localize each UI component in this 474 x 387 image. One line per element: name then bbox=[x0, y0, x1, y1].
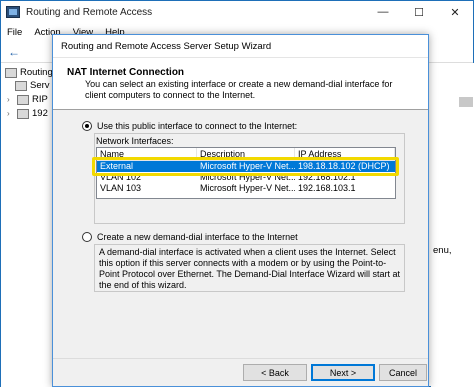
column-name[interactable]: Name bbox=[97, 148, 197, 160]
cell-ip: 198.18.18.102 (DHCP) bbox=[298, 161, 390, 171]
details-text: enu, bbox=[433, 245, 452, 256]
details-header-bar bbox=[459, 97, 473, 107]
expand-arrow-icon[interactable]: › bbox=[7, 109, 15, 118]
cell-ip: 192.168.103.1 bbox=[298, 183, 356, 193]
routing-app-icon bbox=[6, 6, 20, 18]
tree-item-192[interactable]: › 192 bbox=[7, 108, 48, 119]
expand-arrow-icon[interactable]: › bbox=[7, 95, 15, 104]
minimize-button[interactable]: — bbox=[365, 1, 401, 23]
cancel-button[interactable]: Cancel bbox=[379, 364, 427, 381]
list-header: Name Description IP Address bbox=[97, 148, 395, 161]
menu-file[interactable]: File bbox=[1, 27, 28, 38]
cell-description: Microsoft Hyper-V Net... bbox=[200, 172, 295, 182]
page-subtext: You can select an existing interface or … bbox=[85, 79, 393, 100]
mmc-title: Routing and Remote Access bbox=[26, 6, 153, 18]
computer-icon bbox=[5, 67, 17, 78]
cell-name: External bbox=[100, 161, 134, 171]
setup-wizard-dialog: Routing and Remote Access Server Setup W… bbox=[52, 34, 429, 387]
tree-item-routing[interactable]: Routing bbox=[5, 67, 53, 78]
window-controls: — ☐ ✕ bbox=[365, 1, 473, 23]
radio-public-interface[interactable]: Use this public interface to connect to … bbox=[82, 121, 297, 131]
wizard-header: NAT Internet Connection You can select a… bbox=[53, 58, 428, 110]
back-button[interactable]: < Back bbox=[243, 364, 307, 381]
cell-description: Microsoft Hyper-V Net... bbox=[200, 183, 295, 193]
tree-item-server[interactable]: Serv bbox=[15, 80, 50, 91]
mmc-titlebar: Routing and Remote Access — ☐ ✕ bbox=[1, 1, 473, 23]
close-button[interactable]: ✕ bbox=[437, 1, 473, 23]
demand-dial-description: A demand-dial interface is activated whe… bbox=[99, 247, 400, 290]
server-icon bbox=[17, 108, 29, 119]
maximize-button[interactable]: ☐ bbox=[401, 1, 437, 23]
back-arrow-icon[interactable]: ← bbox=[7, 45, 21, 59]
cell-name: VLAN 102 bbox=[100, 172, 142, 182]
radio-unchecked-icon[interactable] bbox=[82, 232, 92, 242]
network-interfaces-list[interactable]: Name Description IP Address External Mic… bbox=[96, 147, 396, 199]
radio-demand-dial-label: Create a new demand-dial interface to th… bbox=[97, 232, 298, 242]
column-description[interactable]: Description bbox=[197, 148, 295, 160]
wizard-title: Routing and Remote Access Server Setup W… bbox=[61, 40, 272, 52]
wizard-footer: < Back Next > Cancel bbox=[53, 358, 428, 386]
table-row[interactable]: VLAN 103 Microsoft Hyper-V Net... 192.16… bbox=[97, 183, 395, 194]
column-ip-address[interactable]: IP Address bbox=[295, 148, 395, 160]
network-interfaces-label: Network Interfaces: bbox=[96, 136, 174, 146]
wizard-body: Use this public interface to connect to … bbox=[53, 110, 428, 360]
table-row[interactable]: VLAN 102 Microsoft Hyper-V Net... 192.16… bbox=[97, 172, 395, 183]
server-icon bbox=[15, 80, 27, 91]
tree-item-label: RIP bbox=[32, 94, 48, 105]
radio-public-label: Use this public interface to connect to … bbox=[97, 121, 298, 131]
tree-item-label: 192 bbox=[32, 108, 48, 119]
radio-demand-dial[interactable]: Create a new demand-dial interface to th… bbox=[82, 232, 298, 242]
radio-checked-icon[interactable] bbox=[82, 121, 92, 131]
wizard-titlebar: Routing and Remote Access Server Setup W… bbox=[53, 35, 428, 58]
table-row[interactable]: External Microsoft Hyper-V Net... 198.18… bbox=[97, 161, 395, 172]
tree-item-label: Routing bbox=[20, 67, 53, 78]
tree-item-rip[interactable]: › RIP bbox=[7, 94, 48, 105]
cell-name: VLAN 103 bbox=[100, 183, 142, 193]
cell-ip: 192.168.102.1 bbox=[298, 172, 356, 182]
server-icon bbox=[17, 94, 29, 105]
page-heading: NAT Internet Connection bbox=[67, 67, 185, 78]
tree-item-label: Serv bbox=[30, 80, 50, 91]
cell-description: Microsoft Hyper-V Net... bbox=[200, 161, 295, 171]
details-pane bbox=[431, 63, 474, 387]
next-button[interactable]: Next > bbox=[311, 364, 375, 381]
